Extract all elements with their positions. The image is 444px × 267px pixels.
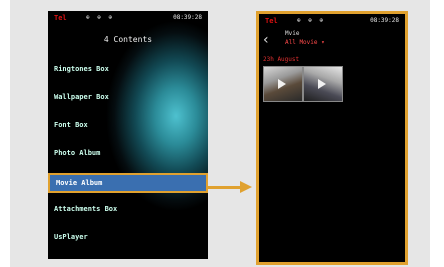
menu-item-wallpaper-box[interactable]: Wallpaper Box: [54, 89, 109, 105]
status-time: 08:39:28: [370, 17, 399, 24]
status-icons: ⊕ ⊕ ⊕: [297, 17, 326, 24]
album-header: ‹ Mvie All Movie ▾: [259, 28, 405, 54]
menu-item-movie-album[interactable]: Movie Album: [48, 173, 208, 193]
menu-item-attachments-box[interactable]: Attachments Box: [54, 201, 117, 217]
callout-arrow-line: [206, 186, 242, 189]
carrier-label: Tel: [265, 17, 278, 25]
page-title: 4 Contents: [103, 35, 153, 44]
status-bar: Tel ⊕ ⊕ ⊕ 08:39:28: [259, 14, 405, 28]
contents-screen: Tel ⊕ ⊕ ⊕ 08:39:28 4 Contents Ringtones …: [48, 11, 208, 259]
back-arrow-icon[interactable]: ‹: [263, 32, 279, 48]
carrier-label: Tel: [54, 14, 67, 22]
play-icon: [278, 79, 286, 89]
album-title: Mvie: [285, 30, 300, 37]
status-bar: Tel ⊕ ⊕ ⊕ 08:39:28: [48, 11, 208, 25]
callout-arrow-head: [240, 181, 252, 193]
filter-dropdown[interactable]: All Movie ▾: [285, 39, 325, 46]
video-thumbnail[interactable]: [303, 66, 343, 102]
movie-album-screen: Tel ⊕ ⊕ ⊕ 08:39:28 ‹ Mvie All Movie ▾ 23…: [256, 11, 408, 265]
status-icons: ⊕ ⊕ ⊕: [86, 14, 115, 21]
status-time: 08:39:28: [173, 14, 202, 21]
video-thumbnail[interactable]: [263, 66, 303, 102]
play-icon: [318, 79, 326, 89]
menu-item-font-box[interactable]: Font Box: [54, 117, 88, 133]
date-group-label: 23h August: [263, 56, 300, 63]
menu-item-ringtones-box[interactable]: Ringtones Box: [54, 61, 109, 77]
menu-item-usplayer[interactable]: UsPlayer: [54, 229, 88, 245]
menu-item-photo-album[interactable]: Photo Album: [54, 145, 100, 161]
